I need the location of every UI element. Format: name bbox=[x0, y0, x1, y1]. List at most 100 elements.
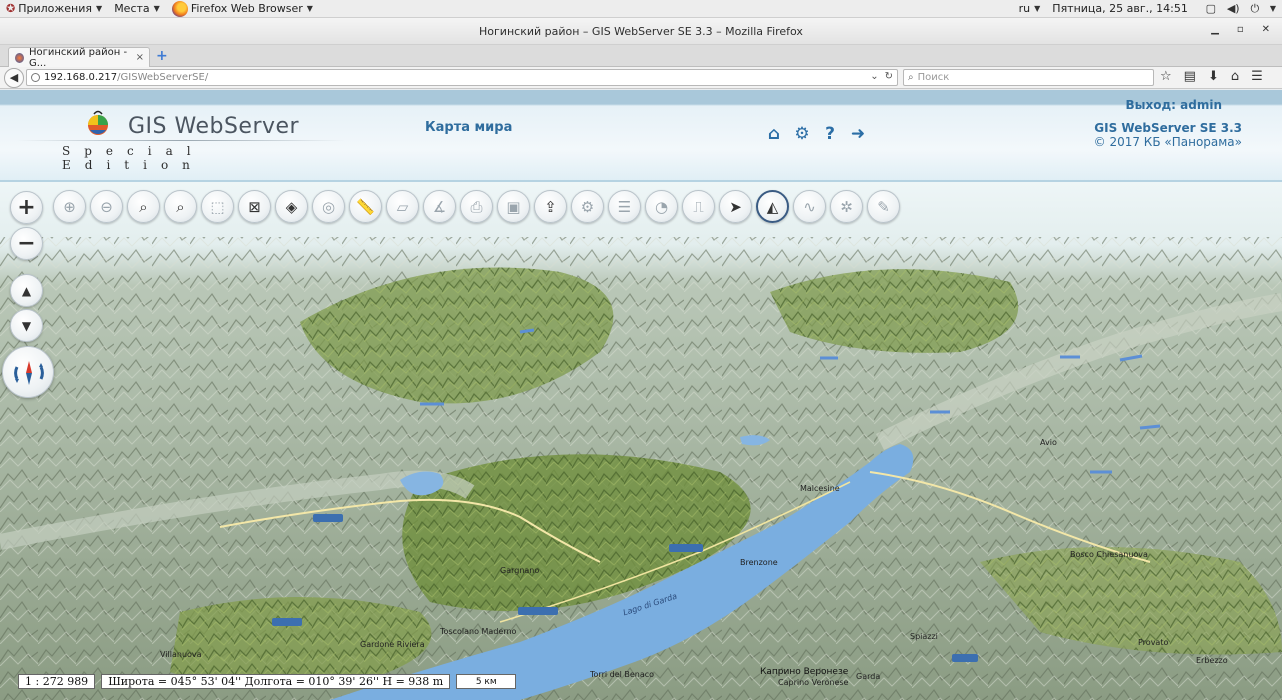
clock[interactable]: Пятница, 25 авг., 14:51 bbox=[1046, 0, 1194, 18]
settings-icon: ⚙ bbox=[580, 197, 595, 216]
reload-icon[interactable]: ↻ bbox=[885, 71, 893, 82]
map-label: Toscolano Maderno bbox=[440, 627, 517, 636]
hamburger-menu-icon[interactable]: ☰ bbox=[1251, 69, 1263, 84]
downloads-icon[interactable]: ⬇ bbox=[1208, 69, 1219, 84]
tool-stamp-button[interactable]: ⎍ bbox=[682, 190, 715, 223]
logo-subtitle: Special Edition bbox=[62, 144, 205, 172]
minimize-icon[interactable]: ▁ bbox=[1211, 24, 1219, 35]
new-tab-button[interactable]: + bbox=[156, 48, 168, 64]
search-icon: ⌕ bbox=[139, 197, 148, 216]
tool-area-measure-button[interactable]: ▱ bbox=[386, 190, 419, 223]
window-titlebar: Ногинский район – GIS WebServer SE 3.3 –… bbox=[0, 18, 1282, 45]
map-label: Erbezzo bbox=[1196, 656, 1228, 665]
tool-legend-button[interactable]: ◎ bbox=[312, 190, 345, 223]
tool-angle-measure-button[interactable]: ∡ bbox=[423, 190, 456, 223]
app-logo: GIS WebServer Special Edition bbox=[16, 108, 356, 172]
firefox-icon bbox=[171, 0, 188, 17]
tool-export-image-button[interactable]: ▣ bbox=[497, 190, 530, 223]
tab-close-icon[interactable]: × bbox=[136, 52, 144, 63]
map-label: Каприно Веронезе bbox=[760, 667, 849, 677]
tilt-up-button[interactable]: ▲ bbox=[10, 274, 43, 307]
tool-zoom-out-area-button[interactable]: ⊖ bbox=[90, 190, 123, 223]
clear-selection-icon: ⊠ bbox=[248, 197, 261, 216]
terrain-render bbox=[0, 182, 1282, 700]
clock-label: Пятница, 25 авг., 14:51 bbox=[1052, 2, 1188, 15]
compass-rotate-button[interactable] bbox=[2, 346, 54, 398]
help-icon[interactable]: ? bbox=[820, 124, 840, 144]
tool-route-button[interactable]: ∿ bbox=[793, 190, 826, 223]
tool-print-button[interactable]: ⎙ bbox=[460, 190, 493, 223]
browser-toolbar-icons: ☆ ▤ ⬇ ⌂ ☰ bbox=[1160, 69, 1263, 84]
url-bar[interactable]: 192.168.0.217/GISWebServerSE/ ⌄ ↻ bbox=[26, 69, 898, 86]
zoom-out-button[interactable]: − bbox=[10, 227, 43, 260]
applications-menu[interactable]: ✪ Приложения ▼ bbox=[0, 0, 108, 18]
pie-chart-icon: ◔ bbox=[654, 197, 669, 216]
browser-tab[interactable]: Ногинский район - G... × bbox=[8, 47, 150, 69]
language-label: ru bbox=[1018, 2, 1031, 15]
map-label: Bosco Chiesanuova bbox=[1070, 550, 1148, 559]
bookmark-star-icon[interactable]: ☆ bbox=[1160, 69, 1172, 84]
zoom-in-button[interactable]: + bbox=[10, 191, 43, 224]
app-copyright: © 2017 КБ «Панорама» bbox=[1093, 135, 1242, 149]
back-button[interactable]: ◀ bbox=[4, 67, 24, 88]
url-host: 192.168.0.217 bbox=[44, 72, 118, 83]
tool-send-button[interactable]: ➤ bbox=[719, 190, 752, 223]
volume-icon: ◀) bbox=[1226, 1, 1240, 15]
tool-area-search-button[interactable]: ⬚ bbox=[201, 190, 234, 223]
share-icon: ⇪ bbox=[544, 197, 557, 216]
graph-icon: ✲ bbox=[840, 197, 853, 216]
gear-icon[interactable]: ⚙ bbox=[792, 124, 812, 144]
header-icons: ⌂ ⚙ ? ➜ bbox=[764, 124, 868, 144]
tool-search-button[interactable]: ⌕ bbox=[127, 190, 160, 223]
language-indicator[interactable]: ru ▼ bbox=[1013, 0, 1047, 18]
places-label: Места bbox=[114, 2, 150, 15]
tool-edit-button[interactable]: ✎ bbox=[867, 190, 900, 223]
system-top-bar: ✪ Приложения ▼ Места ▼ Firefox Web Brows… bbox=[0, 0, 1282, 18]
pencil-icon: ✎ bbox=[877, 197, 890, 216]
app-version: GIS WebServer SE 3.3 bbox=[1094, 121, 1242, 135]
list-icon: ☰ bbox=[617, 197, 632, 216]
print-icon: ⎙ bbox=[470, 197, 483, 216]
tool-search-list-button[interactable]: ⌕ bbox=[164, 190, 197, 223]
logo-title: GIS WebServer bbox=[128, 114, 300, 139]
search-list-icon: ⌕ bbox=[176, 197, 185, 216]
tool-3d-view-button[interactable]: ◭ bbox=[756, 190, 789, 223]
tool-ruler-button[interactable]: 📏 bbox=[349, 190, 382, 223]
maximize-icon[interactable]: ▫ bbox=[1237, 24, 1244, 35]
map-title: Карта мира bbox=[425, 120, 513, 135]
sign-out-icon[interactable]: ➜ bbox=[848, 124, 868, 144]
logout-link[interactable]: Выход: admin bbox=[1126, 98, 1223, 112]
close-icon[interactable]: ✕ bbox=[1262, 24, 1270, 35]
history-dropdown-icon[interactable]: ⌄ bbox=[870, 71, 878, 82]
map-label: Caprino Veronese bbox=[778, 678, 849, 687]
chevron-down-icon: ▼ bbox=[306, 4, 313, 13]
home-icon[interactable]: ⌂ bbox=[764, 124, 784, 144]
window-title: Ногинский район – GIS WebServer SE 3.3 –… bbox=[479, 24, 803, 38]
map-3d-view[interactable]: Lago di Garda Garda Torri del Benaco Кап… bbox=[0, 182, 1282, 700]
tool-pie-button[interactable]: ◔ bbox=[645, 190, 678, 223]
map-label: Gardone Riviera bbox=[360, 640, 425, 649]
tool-layers-button[interactable]: ◈ bbox=[275, 190, 308, 223]
search-input[interactable]: ⌕ Поиск bbox=[903, 69, 1154, 86]
tool-graph-button[interactable]: ✲ bbox=[830, 190, 863, 223]
tool-settings-button[interactable]: ⚙ bbox=[571, 190, 604, 223]
tool-zoom-in-area-button[interactable]: ⊕ bbox=[53, 190, 86, 223]
scale-bar: 5 км bbox=[456, 674, 517, 689]
reading-list-icon[interactable]: ▤ bbox=[1184, 69, 1196, 84]
active-app-menu[interactable]: Firefox Web Browser ▼ bbox=[166, 0, 319, 18]
map-label: Garda bbox=[856, 672, 881, 681]
tilt-down-button[interactable]: ▼ bbox=[10, 309, 43, 342]
tool-share-button[interactable]: ⇪ bbox=[534, 190, 567, 223]
map-label: Gargnano bbox=[500, 566, 540, 575]
power-icon: ⏻ bbox=[1250, 1, 1260, 15]
tool-clear-selection-button[interactable]: ⊠ bbox=[238, 190, 271, 223]
places-menu[interactable]: Места ▼ bbox=[108, 0, 166, 18]
system-tray[interactable]: ▢ ◀) ⏻ ▼ bbox=[1194, 0, 1282, 18]
route-icon: ∿ bbox=[803, 197, 816, 216]
map-label: Avio bbox=[1040, 438, 1057, 447]
tool-list-button[interactable]: ☰ bbox=[608, 190, 641, 223]
site-info-icon[interactable] bbox=[31, 73, 40, 82]
minus-icon: − bbox=[17, 231, 36, 256]
tab-bar: Ногинский район - G... × + bbox=[0, 45, 1282, 69]
home-icon[interactable]: ⌂ bbox=[1231, 69, 1239, 84]
